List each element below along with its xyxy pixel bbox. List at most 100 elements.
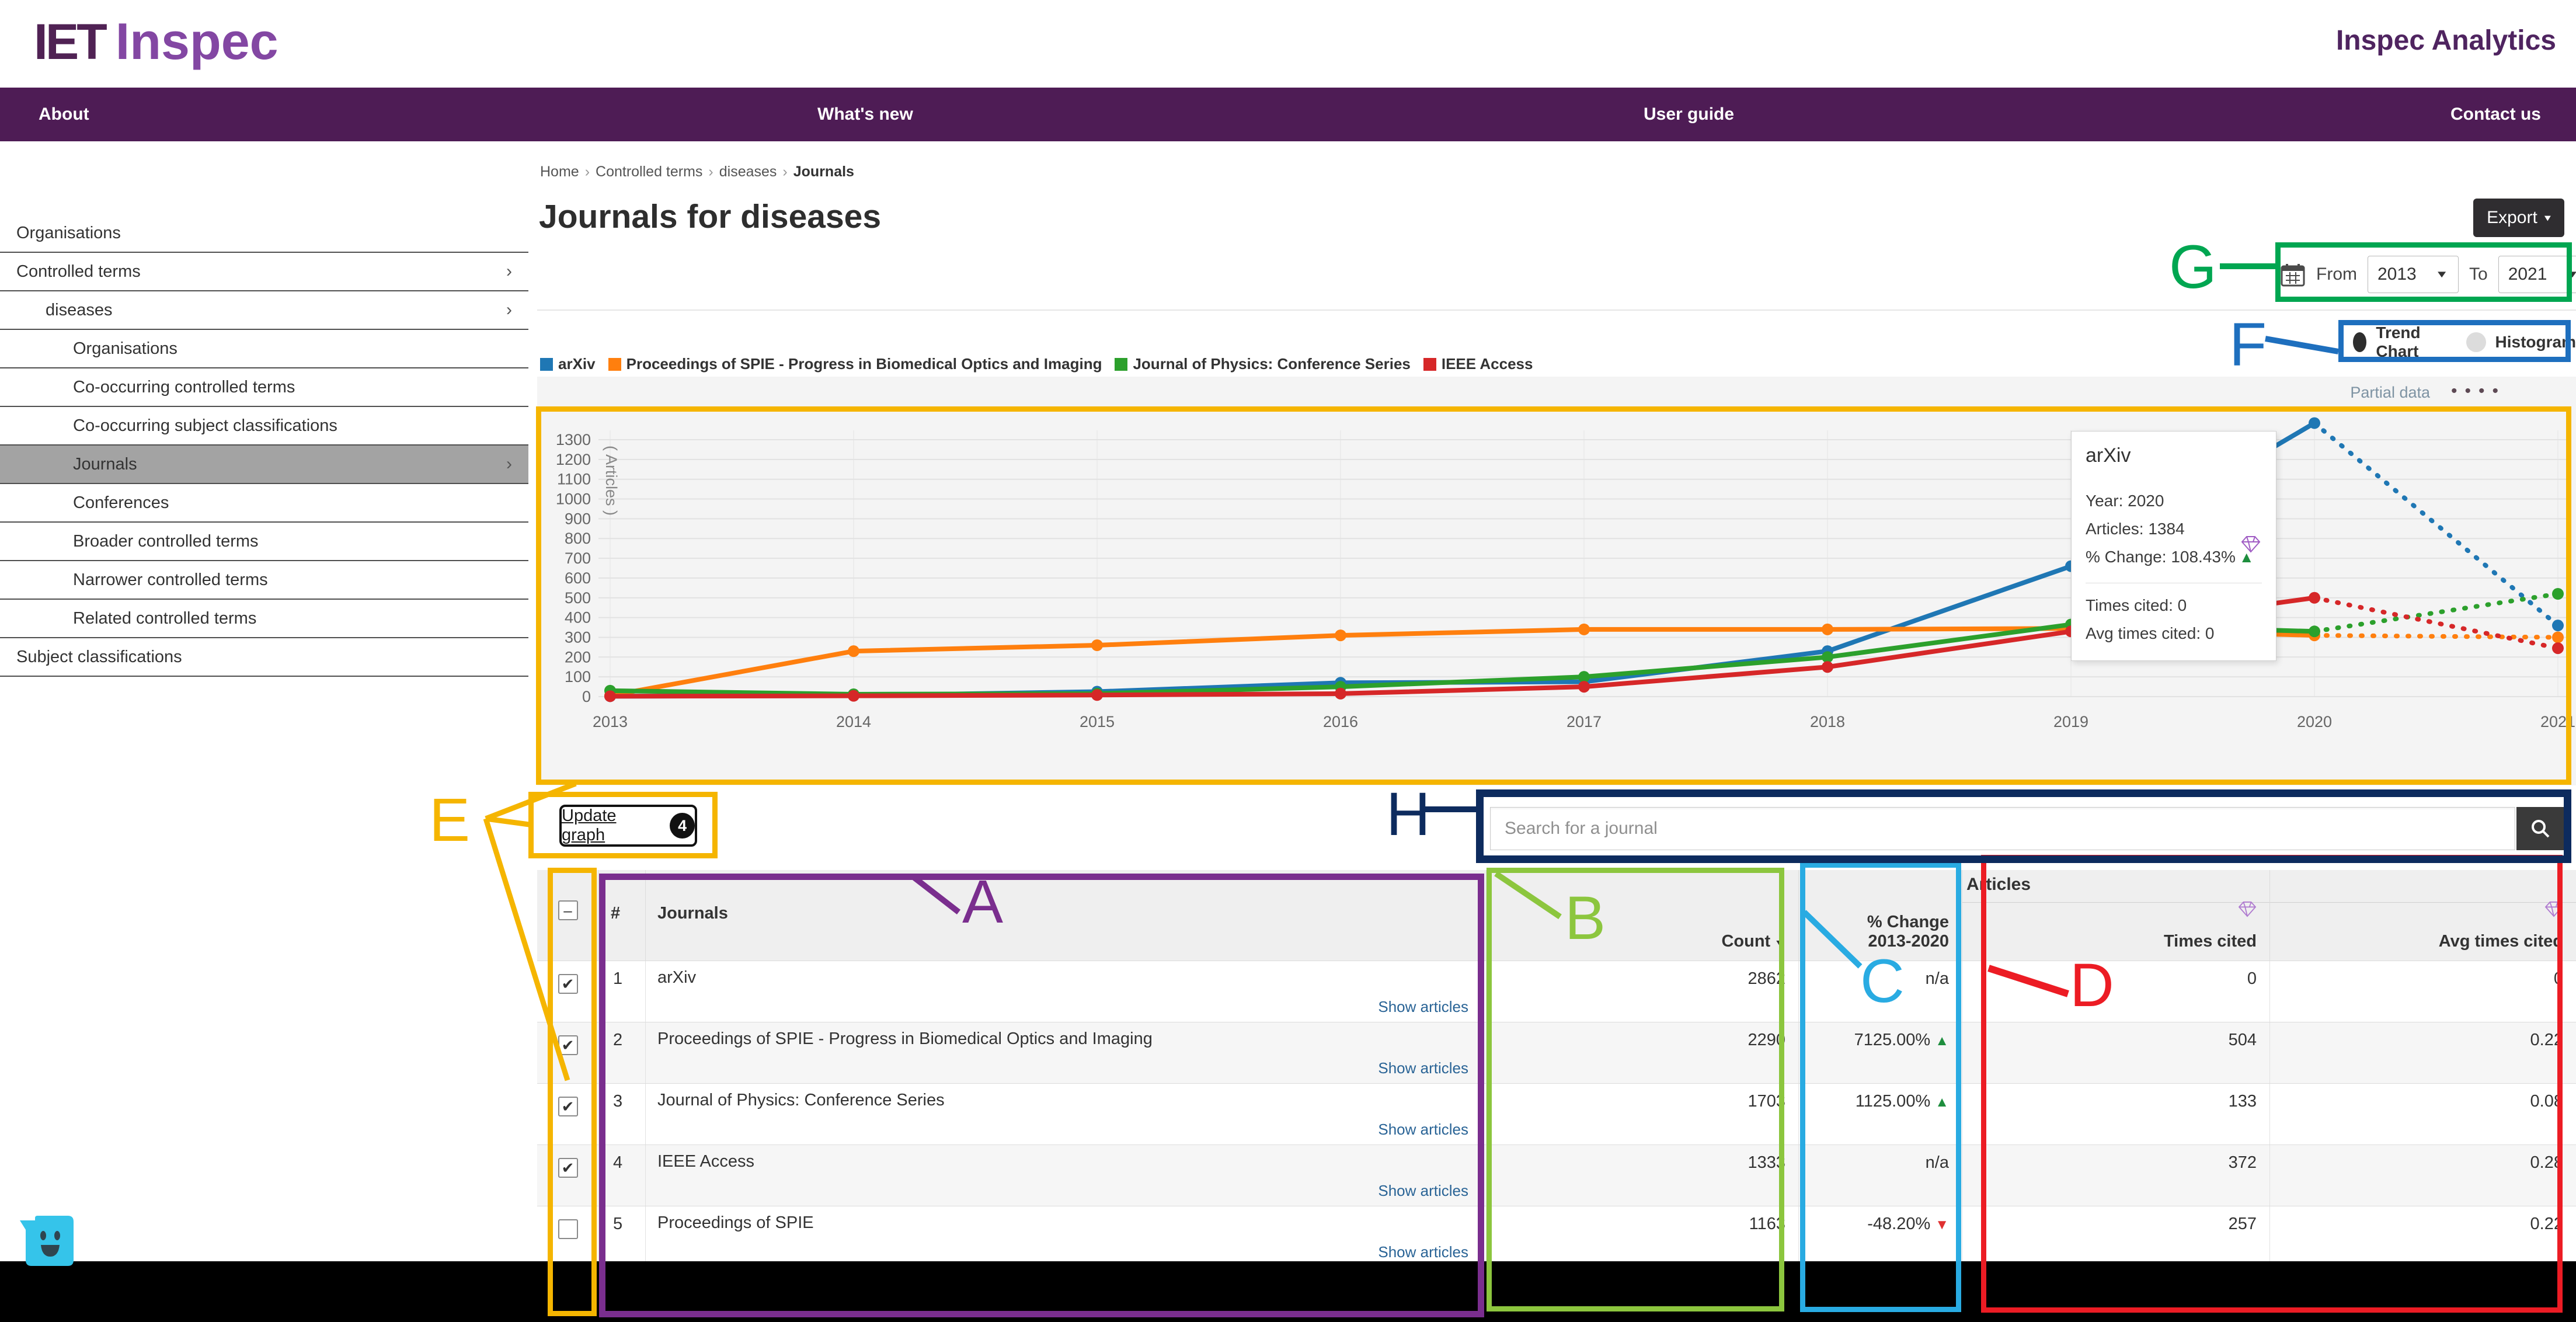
row-checkbox[interactable]: ✔: [558, 1097, 578, 1116]
annotation-letter-h: H: [1386, 784, 1430, 845]
sidebar-item-subject-classifications[interactable]: Subject classifications: [0, 638, 528, 677]
avg-times-cited-header-cell[interactable]: Avg times cited: [2269, 870, 2576, 961]
nav-whats-new[interactable]: What's new: [817, 88, 913, 141]
svg-text:500: 500: [565, 589, 591, 607]
journal-cell: Proceedings of SPIE Show articles: [645, 1206, 1486, 1267]
toggle-option-label: Histogram: [2495, 333, 2576, 352]
sidebar-item-conferences[interactable]: Conferences: [0, 484, 528, 523]
legend-label: IEEE Access: [1442, 355, 1533, 373]
iet-logo-text: IET: [34, 13, 105, 71]
nav-about[interactable]: About: [39, 88, 89, 141]
from-label: From: [2316, 265, 2357, 284]
from-year-select[interactable]: 2013 ▼: [2368, 256, 2459, 293]
times-cited-header: Times cited: [2164, 932, 2257, 951]
app-title: Inspec Analytics: [2336, 25, 2556, 57]
sidebar-item-controlled-terms[interactable]: Controlled terms›: [0, 253, 528, 291]
row-number-cell: 3: [598, 1084, 645, 1144]
legend-item[interactable]: arXiv: [540, 355, 596, 373]
breadcrumb-item[interactable]: Controlled terms: [596, 163, 702, 180]
sidebar-item-organisations[interactable]: Organisations: [0, 330, 528, 368]
tooltip-cited-line: Avg times cited: 0: [2086, 620, 2262, 648]
sidebar-item-narrower-controlled-terms[interactable]: Narrower controlled terms: [0, 561, 528, 600]
show-articles-link[interactable]: Show articles: [1378, 998, 1468, 1016]
from-year-value: 2013: [2377, 265, 2417, 284]
svg-text:1000: 1000: [556, 490, 591, 508]
page-title: Journals for diseases: [539, 197, 881, 236]
search-input[interactable]: [1490, 807, 2515, 850]
svg-text:2020: 2020: [2297, 713, 2332, 730]
section-divider: [537, 309, 2576, 311]
sidebar-item-organisations[interactable]: Organisations: [0, 214, 528, 253]
svg-text:( Articles ): ( Articles ): [603, 446, 620, 516]
update-graph-button[interactable]: Update graph 4: [559, 805, 697, 847]
avg-times-cited-value: 0: [2270, 961, 2576, 989]
legend-item[interactable]: Journal of Physics: Conference Series: [1115, 355, 1410, 373]
journal-name[interactable]: IEEE Access: [646, 1145, 1486, 1171]
chevron-down-icon: ▼: [2565, 269, 2576, 280]
show-articles-link[interactable]: Show articles: [1378, 1182, 1468, 1200]
journal-name[interactable]: Proceedings of SPIE: [646, 1206, 1486, 1233]
nav-contact-us[interactable]: Contact us: [2450, 88, 2541, 141]
sidebar-item-co-occurring-controlled-terms[interactable]: Co-occurring controlled terms: [0, 368, 528, 407]
sidebar-item-broader-controlled-terms[interactable]: Broader controlled terms: [0, 523, 528, 561]
select-all-checkbox[interactable]: –: [558, 900, 578, 920]
count-cell: 1703: [1486, 1084, 1798, 1144]
tooltip-change-line: % Change: 108.43%▲: [2086, 543, 2262, 571]
date-range-filter: From 2013 ▼ To 2021 ▼: [2280, 251, 2576, 298]
times-cited-header-cell[interactable]: Times cited: [1962, 870, 2269, 961]
row-checkbox[interactable]: ✔: [558, 974, 578, 994]
row-checkbox[interactable]: [558, 1219, 578, 1239]
calendar-icon: [2280, 262, 2306, 287]
nav-user-guide[interactable]: User guide: [1644, 88, 1734, 141]
header: IET Inspec Inspec Analytics: [0, 0, 2576, 88]
toggle-option-histogram[interactable]: Histogram: [2466, 332, 2576, 352]
sidebar-item-label: Conferences: [73, 493, 169, 513]
sidebar-item-related-controlled-terms[interactable]: Related controlled terms: [0, 600, 528, 638]
svg-text:2018: 2018: [1810, 713, 1845, 730]
tooltip-line: Articles: 1384: [2086, 515, 2262, 543]
legend-item[interactable]: IEEE Access: [1423, 355, 1533, 373]
svg-text:700: 700: [565, 549, 591, 567]
journal-name[interactable]: arXiv: [646, 961, 1486, 987]
breadcrumb-item[interactable]: diseases: [719, 163, 777, 180]
times-cited-value: 0: [1962, 961, 2269, 989]
avg-times-cited-value: 0.22: [2270, 1206, 2576, 1234]
legend-item[interactable]: Proceedings of SPIE - Progress in Biomed…: [608, 355, 1102, 373]
row-checkbox[interactable]: ✔: [558, 1158, 578, 1178]
export-button[interactable]: Export ▾: [2473, 199, 2564, 237]
sidebar-item-label: Controlled terms: [16, 262, 141, 281]
change-header-cell[interactable]: % Change 2013-2020: [1798, 870, 1962, 961]
chat-widget-icon[interactable]: [18, 1215, 76, 1268]
table-header: Articles – # Journals Count▼ % Change 20…: [537, 870, 2576, 961]
row-number: 5: [599, 1206, 645, 1234]
toggle-option-trend-chart[interactable]: Trend Chart: [2353, 323, 2439, 361]
journal-name[interactable]: Journal of Physics: Conference Series: [646, 1084, 1486, 1110]
annotation-letter-g: G: [2169, 236, 2217, 298]
sidebar-item-diseases[interactable]: diseases›: [0, 291, 528, 330]
show-articles-link[interactable]: Show articles: [1378, 1121, 1468, 1139]
row-checkbox[interactable]: ✔: [558, 1035, 578, 1055]
row-checkbox-cell: ✔: [537, 1022, 598, 1083]
up-triangle-icon: ▲: [1935, 1094, 1949, 1110]
times-cited-value: 257: [1962, 1206, 2269, 1234]
search-button[interactable]: [2516, 807, 2564, 850]
times-cited-value: 372: [1962, 1145, 2269, 1173]
inspec-analytics-page: IET Inspec Inspec Analytics About What's…: [0, 0, 2576, 1322]
breadcrumb-item[interactable]: Home: [540, 163, 579, 180]
breadcrumb-separator: ›: [585, 163, 590, 180]
count-header-cell[interactable]: Count▼: [1486, 870, 1798, 961]
sidebar-item-co-occurring-subject-classifications[interactable]: Co-occurring subject classifications: [0, 407, 528, 446]
to-year-select[interactable]: 2021 ▼: [2498, 256, 2576, 293]
iet-inspec-logo[interactable]: IET Inspec: [34, 12, 279, 71]
svg-text:200: 200: [565, 648, 591, 666]
journal-name[interactable]: Proceedings of SPIE - Progress in Biomed…: [646, 1022, 1486, 1049]
avg-times-cited-cell: 0.08: [2269, 1084, 2576, 1144]
svg-text:400: 400: [565, 609, 591, 627]
legend-swatch-icon: [540, 358, 553, 371]
show-articles-link[interactable]: Show articles: [1378, 1243, 1468, 1261]
times-cited-cell: 504: [1962, 1022, 2269, 1083]
show-articles-link[interactable]: Show articles: [1378, 1059, 1468, 1077]
svg-text:0: 0: [582, 688, 591, 705]
sidebar-item-journals[interactable]: Journals›: [0, 446, 528, 484]
change-header-line1: % Change: [1867, 913, 1949, 931]
